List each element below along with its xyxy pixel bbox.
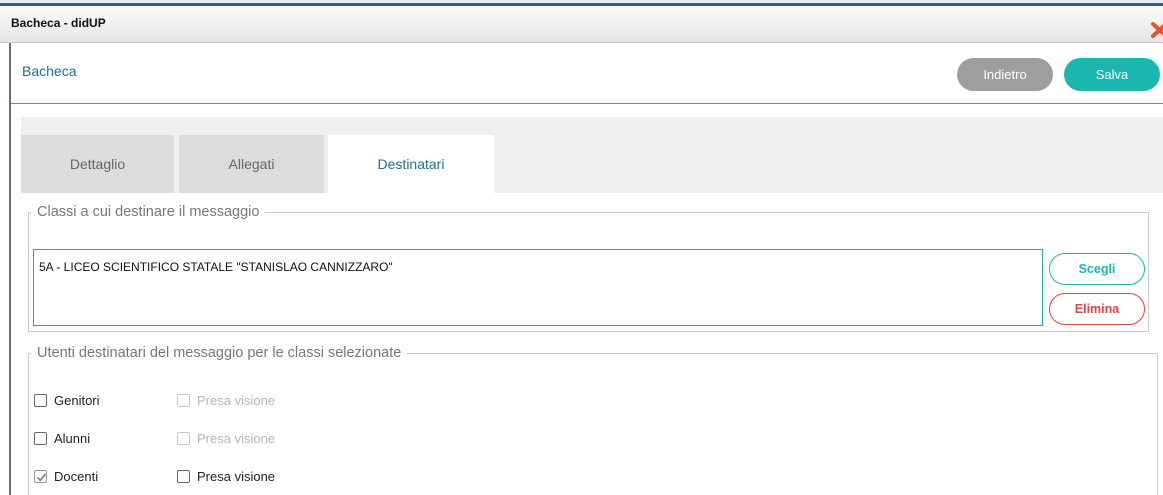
genitori-label: Genitori [54, 393, 100, 408]
docenti-presa-visione-label: Presa visione [197, 469, 276, 484]
delete-class-button[interactable]: Elimina [1049, 293, 1145, 325]
alunni-label: Alunni [54, 431, 91, 446]
back-button[interactable]: Indietro [957, 58, 1053, 91]
alunni-checkbox[interactable] [34, 432, 47, 445]
recipient-row-alunni: Alunni Presa visione [34, 429, 634, 449]
genitori-checkbox[interactable] [34, 394, 47, 407]
genitori-presa-visione-label: Presa visione [197, 393, 276, 408]
checkmark-icon [36, 473, 47, 482]
tab-destinatari[interactable]: Destinatari [328, 135, 494, 193]
docenti-checkbox[interactable] [34, 470, 47, 483]
genitori-presa-visione-checkbox [177, 394, 190, 407]
tab-allegati[interactable]: Allegati [179, 135, 324, 193]
window-title: Bacheca - didUP [11, 16, 106, 30]
alunni-presa-visione-label: Presa visione [197, 431, 276, 446]
recipient-row-genitori: Genitori Presa visione [34, 391, 634, 411]
close-icon[interactable] [1149, 21, 1163, 39]
docenti-presa-visione-checkbox[interactable] [177, 470, 190, 483]
tabs-bar: Dettaglio Allegati Destinatari [21, 117, 1163, 193]
page-title: Bacheca [22, 63, 77, 79]
choose-classes-button[interactable]: Scegli [1049, 253, 1145, 285]
tab-dettaglio[interactable]: Dettaglio [21, 135, 174, 193]
classes-list[interactable]: 5A - LICEO SCIENTIFICO STATALE "STANISLA… [33, 249, 1043, 326]
save-button[interactable]: Salva [1064, 58, 1160, 91]
users-legend: Utenti destinatari del messaggio per le … [37, 345, 402, 361]
classes-legend: Classi a cui destinare il messaggio [37, 204, 260, 220]
page-header: Bacheca Indietro Salva [11, 44, 1163, 104]
window-titlebar: Bacheca - didUP [0, 6, 1163, 43]
docenti-label: Docenti [54, 469, 99, 484]
recipient-row-docenti: Docenti Presa visione [34, 467, 634, 487]
alunni-presa-visione-checkbox [177, 432, 190, 445]
window-left-border [9, 43, 11, 495]
class-list-item[interactable]: 5A - LICEO SCIENTIFICO STATALE "STANISLA… [39, 260, 393, 274]
